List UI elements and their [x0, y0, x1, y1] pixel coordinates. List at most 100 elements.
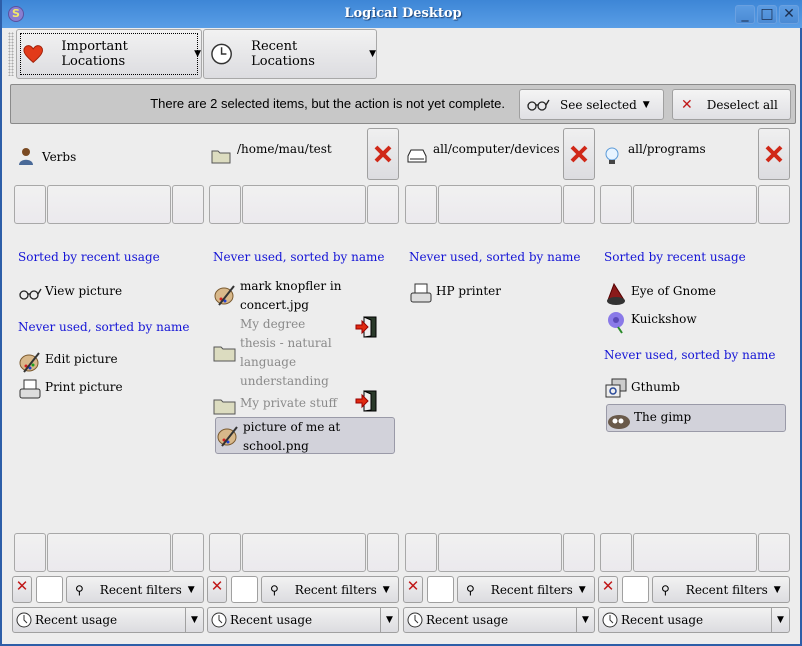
chevron-down-icon: ▼ — [187, 584, 195, 595]
toolbar-grip-handle[interactable] — [8, 32, 14, 76]
breadcrumb-forward-button[interactable] — [367, 185, 399, 224]
clear-filter-button[interactable]: ✕ — [403, 576, 423, 603]
breadcrumb-segment[interactable] — [47, 185, 171, 224]
item-label: Print picture — [45, 380, 123, 394]
deselect-all-button[interactable]: ✕ Deselect all — [672, 89, 791, 120]
breadcrumb-forward-button[interactable] — [172, 185, 204, 224]
funnel-icon: ⚲ — [270, 582, 279, 597]
important-locations-label: Important Locations — [61, 39, 128, 69]
chevron-down-icon[interactable]: ▼ — [576, 608, 594, 632]
gimp-icon — [608, 415, 630, 429]
close-x-icon — [765, 145, 783, 163]
sort-order-select[interactable]: Recent usage ▼ — [598, 607, 790, 633]
breadcrumb-forward-button[interactable] — [563, 533, 595, 572]
close-window-button[interactable]: ✕ — [779, 5, 799, 24]
list-item-print-picture[interactable]: Print picture — [18, 378, 123, 402]
recent-locations-button[interactable]: Recent Locations ▼ — [203, 29, 377, 79]
clock-icon — [211, 43, 232, 65]
clear-filter-button[interactable]: ✕ — [598, 576, 618, 603]
recent-filters-dropdown[interactable]: ⚲ Recent filters ▼ — [652, 576, 790, 603]
sort-order-label: Recent usage — [426, 613, 509, 627]
filter-input[interactable] — [36, 576, 63, 603]
filter-input[interactable] — [622, 576, 649, 603]
chevron-down-icon[interactable]: ▼ — [771, 608, 789, 632]
recent-filters-label: Recent filters — [685, 582, 768, 597]
breadcrumb-back-button[interactable] — [14, 533, 46, 572]
list-item-private-stuff[interactable]: My private stuff — [213, 394, 343, 418]
breadcrumb-back-button[interactable] — [209, 185, 241, 224]
breadcrumb-segment[interactable] — [438, 185, 562, 224]
breadcrumb-segment[interactable] — [438, 533, 562, 572]
breadcrumb-forward-button[interactable] — [758, 533, 790, 572]
list-item-the-gimp[interactable]: The gimp — [606, 404, 786, 432]
selection-status-message: There are 2 selected items, but the acti… — [150, 96, 505, 111]
recent-filters-label: Recent filters — [490, 582, 573, 597]
list-item-gthumb[interactable]: Gthumb — [604, 378, 680, 402]
breadcrumb-back-button[interactable] — [14, 185, 46, 224]
list-item-hp-printer[interactable]: HP printer — [409, 282, 501, 306]
minimize-button[interactable]: _ — [735, 5, 755, 24]
filter-input[interactable] — [231, 576, 258, 603]
list-item-picture-of-me[interactable]: picture of me at school.png — [215, 417, 395, 454]
enter-door-icon[interactable] — [355, 390, 377, 412]
item-label: The gimp — [634, 410, 692, 424]
breadcrumb-segment[interactable] — [47, 533, 171, 572]
breadcrumb-back-button[interactable] — [600, 533, 632, 572]
clock-icon — [16, 612, 32, 628]
list-item-degree-thesis[interactable]: My degree thesis - natural language unde… — [213, 315, 343, 391]
recent-filters-dropdown[interactable]: ⚲ Recent filters ▼ — [457, 576, 595, 603]
title-bar[interactable]: S Logical Desktop _ □ ✕ — [2, 0, 802, 28]
breadcrumb-back-button[interactable] — [209, 533, 241, 572]
item-label: Kuickshow — [631, 312, 697, 326]
recent-filters-dropdown[interactable]: ⚲ Recent filters ▼ — [261, 576, 399, 603]
column-home-mau-test: /home/mau/test Never used, sorted by nam… — [207, 124, 399, 646]
deselect-all-label: Deselect all — [706, 97, 778, 112]
sort-order-label: Recent usage — [230, 613, 313, 627]
breadcrumb-back-button[interactable] — [405, 533, 437, 572]
clear-filter-button[interactable]: ✕ — [12, 576, 32, 603]
clock-icon — [602, 612, 618, 628]
close-column-button[interactable] — [758, 128, 790, 180]
maximize-button[interactable]: □ — [757, 5, 777, 24]
list-item-kuickshow[interactable]: Kuickshow — [604, 310, 697, 334]
breadcrumb-forward-button[interactable] — [172, 533, 204, 572]
breadcrumb-forward-button[interactable] — [367, 533, 399, 572]
folder-icon — [211, 150, 231, 164]
chevron-down-icon[interactable]: ▼ — [380, 608, 398, 632]
list-item-eye-of-gnome[interactable]: Eye of Gnome — [604, 282, 716, 306]
see-selected-button[interactable]: See selected ▼ — [519, 89, 664, 120]
enter-door-icon[interactable] — [355, 316, 377, 338]
breadcrumb-forward-button[interactable] — [563, 185, 595, 224]
breadcrumb-back-button[interactable] — [405, 185, 437, 224]
chevron-down-icon: ▼ — [382, 584, 390, 595]
clear-filter-button[interactable]: ✕ — [207, 576, 227, 603]
breadcrumb-segment[interactable] — [242, 533, 366, 572]
recent-filters-dropdown[interactable]: ⚲ Recent filters ▼ — [66, 576, 204, 603]
list-item-view-picture[interactable]: View picture — [18, 282, 122, 306]
item-label: mark knopfler in concert.jpg — [240, 279, 342, 312]
sort-order-select[interactable]: Recent usage ▼ — [403, 607, 595, 633]
breadcrumb-segment[interactable] — [633, 185, 757, 224]
breadcrumb-forward-button[interactable] — [758, 185, 790, 224]
section-title: Never used, sorted by name — [18, 320, 190, 334]
section-title: Never used, sorted by name — [604, 348, 776, 362]
close-column-button[interactable] — [367, 128, 399, 180]
filter-input[interactable] — [427, 576, 454, 603]
list-item-mark-knopfler[interactable]: mark knopfler in concert.jpg — [213, 277, 343, 315]
item-label: My private stuff — [240, 396, 338, 410]
folder-icon — [213, 399, 236, 415]
close-x-icon — [374, 145, 392, 163]
chevron-down-icon[interactable]: ▼ — [185, 608, 203, 632]
printer-icon — [410, 283, 432, 303]
breadcrumb-back-button[interactable] — [600, 185, 632, 224]
sort-order-select[interactable]: Recent usage ▼ — [12, 607, 204, 633]
chevron-down-icon: ▼ — [773, 584, 781, 595]
sort-order-select[interactable]: Recent usage ▼ — [207, 607, 399, 633]
list-item-edit-picture[interactable]: Edit picture — [18, 350, 118, 374]
breadcrumb-segment[interactable] — [633, 533, 757, 572]
recent-locations-label: Recent Locations — [251, 39, 315, 69]
close-column-button[interactable] — [563, 128, 595, 180]
important-locations-button[interactable]: Important Locations ▼ — [16, 29, 202, 79]
breadcrumb-segment[interactable] — [242, 185, 366, 224]
location-toolbar: Important Locations ▼ Recent Locations ▼ — [4, 28, 800, 80]
